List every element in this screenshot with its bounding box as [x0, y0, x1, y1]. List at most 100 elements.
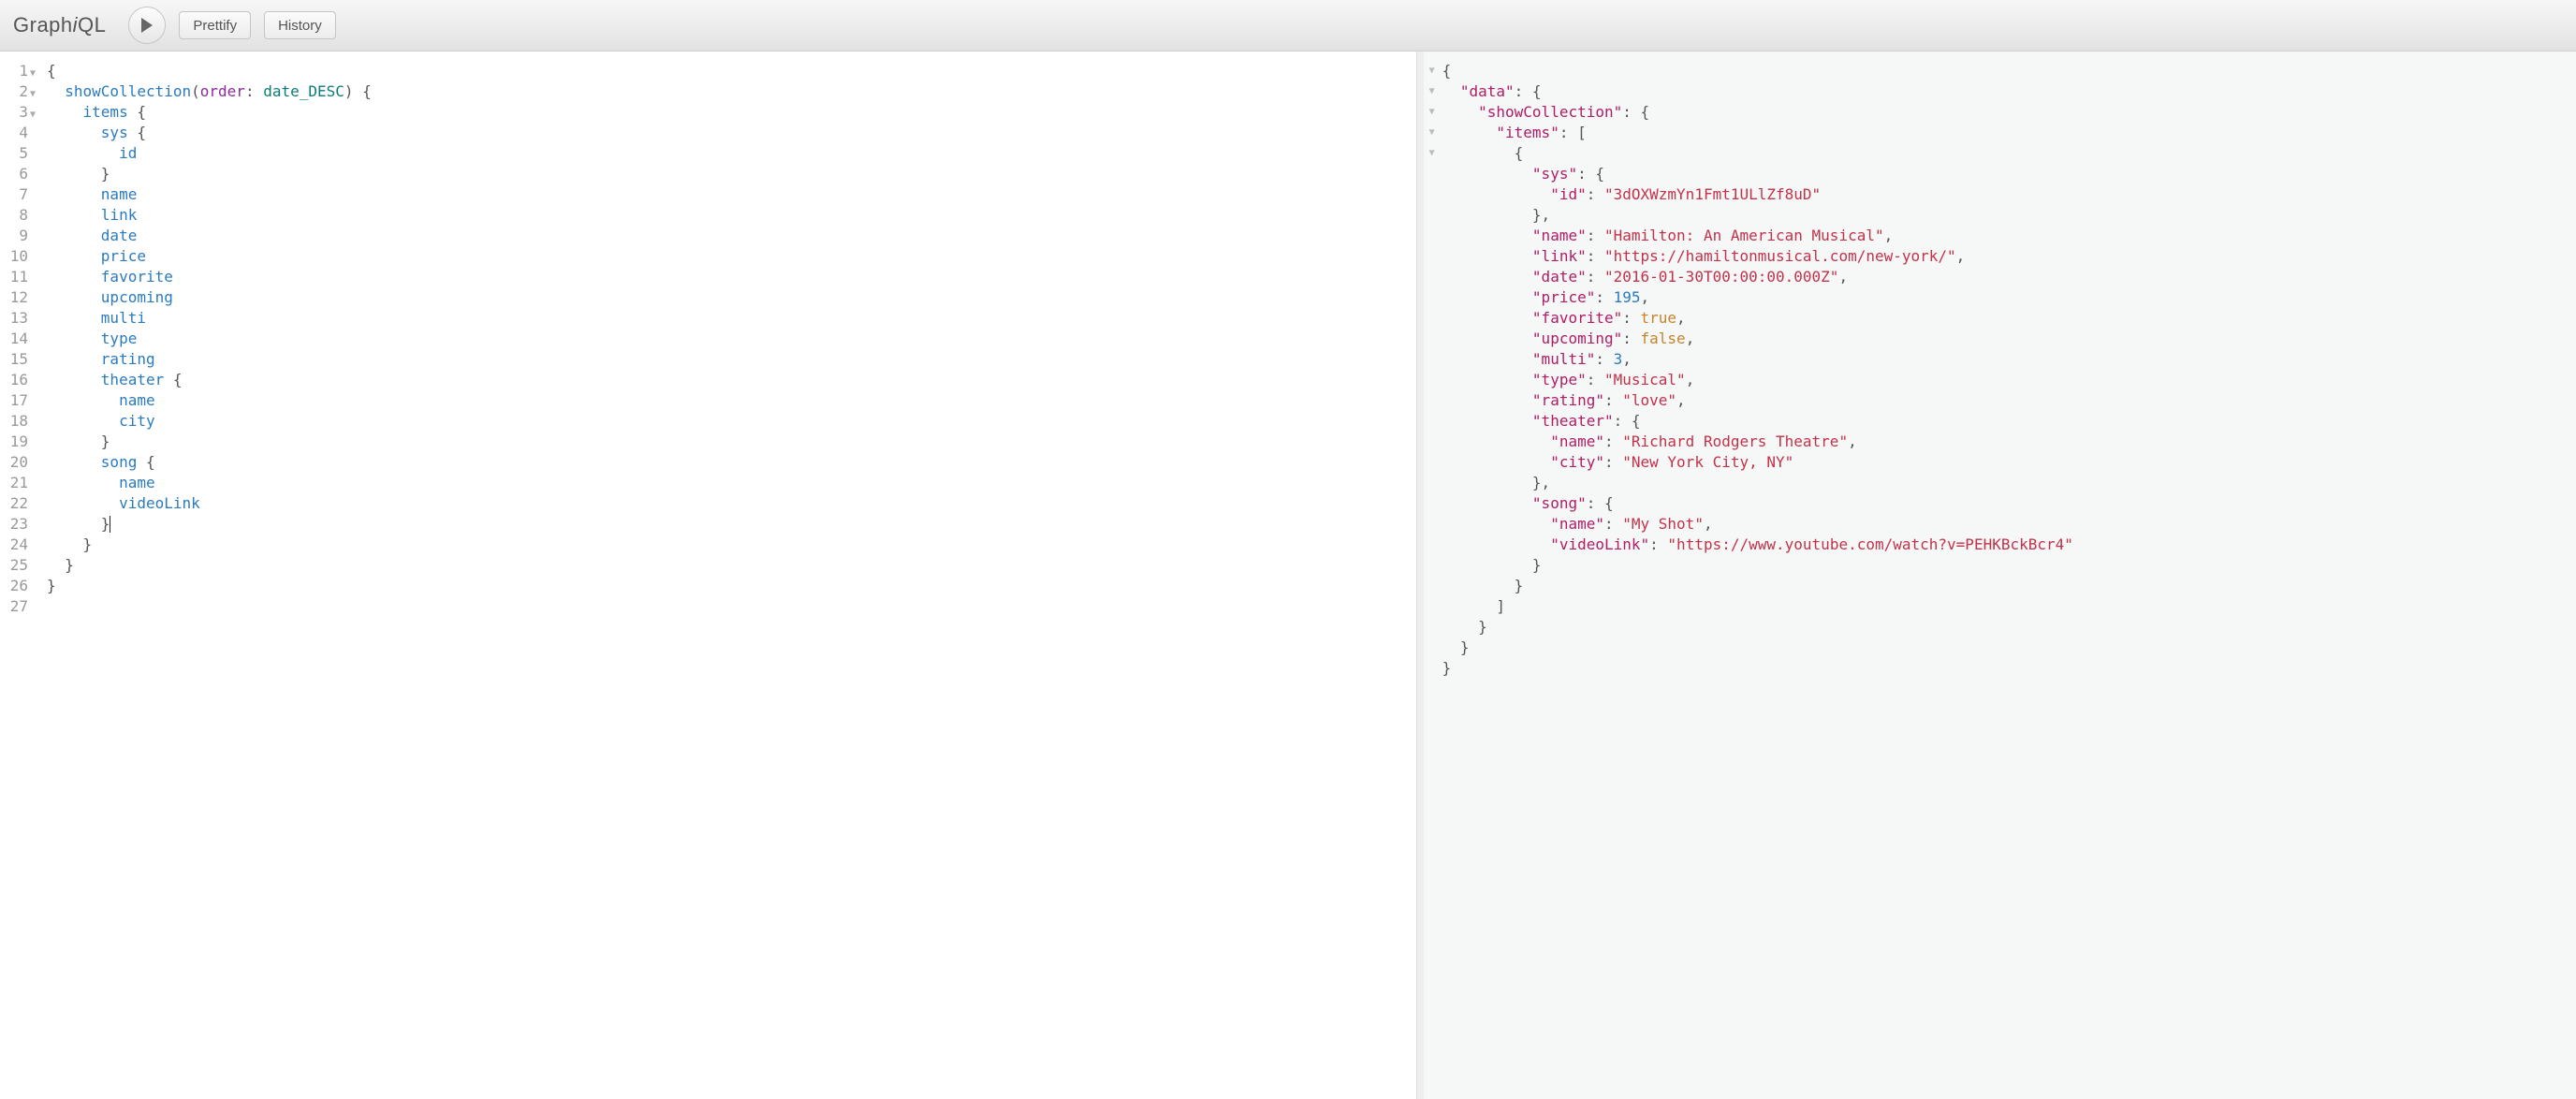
result-line: "name": "My Shot",: [1442, 514, 2567, 535]
result-fold-marker: ▼: [1424, 102, 1435, 123]
line-number: 1▼: [0, 61, 36, 81]
line-number: 5: [0, 143, 36, 164]
line-number: 14: [0, 329, 36, 349]
line-number: 24: [0, 535, 36, 555]
query-line[interactable]: }: [47, 576, 1407, 596]
query-line[interactable]: link: [47, 205, 1407, 226]
line-number: 27: [0, 596, 36, 617]
result-fold-marker: [1424, 473, 1435, 493]
result-line: "type": "Musical",: [1442, 370, 2567, 390]
query-line[interactable]: price: [47, 246, 1407, 267]
result-line: "id": "3dOXWzmYn1Fmt1ULlZf8uD": [1442, 184, 2567, 205]
result-fold-marker: [1424, 432, 1435, 452]
line-number: 10: [0, 246, 36, 267]
result-pane: ▼▼▼▼▼ { "data": { "showCollection": { "i…: [1417, 51, 2576, 1099]
query-line[interactable]: videoLink: [47, 493, 1407, 514]
result-fold-marker: [1424, 555, 1435, 576]
result-fold-marker: [1424, 267, 1435, 287]
line-number: 7: [0, 184, 36, 205]
result-fold-marker: [1424, 514, 1435, 535]
result-fold-marker: [1424, 637, 1435, 658]
query-line[interactable]: name: [47, 390, 1407, 411]
result-fold-gutter: ▼▼▼▼▼: [1424, 51, 1437, 1099]
result-line: "date": "2016-01-30T00:00:00.000Z",: [1442, 267, 2567, 287]
query-line[interactable]: }: [47, 432, 1407, 452]
result-fold-marker: [1424, 576, 1435, 596]
query-line[interactable]: }: [47, 555, 1407, 576]
result-line: },: [1442, 473, 2567, 493]
line-number: 26: [0, 576, 36, 596]
result-line: "price": 195,: [1442, 287, 2567, 308]
result-line: "videoLink": "https://www.youtube.com/wa…: [1442, 535, 2567, 555]
result-fold-marker: [1424, 349, 1435, 370]
query-line[interactable]: upcoming: [47, 287, 1407, 308]
query-line[interactable]: }: [47, 514, 1407, 535]
query-line[interactable]: multi: [47, 308, 1407, 329]
line-number: 21: [0, 473, 36, 493]
result-line: "sys": {: [1442, 164, 2567, 184]
query-line[interactable]: theater {: [47, 370, 1407, 390]
line-number: 9: [0, 226, 36, 246]
result-line: }: [1442, 637, 2567, 658]
query-editor[interactable]: { showCollection(order: date_DESC) { ite…: [41, 51, 1416, 1099]
result-fold-marker: [1424, 493, 1435, 514]
result-line: "favorite": true,: [1442, 308, 2567, 329]
query-line[interactable]: {: [47, 61, 1407, 81]
result-line: "items": [: [1442, 123, 2567, 143]
result-line: "link": "https://hamiltonmusical.com/new…: [1442, 246, 2567, 267]
prettify-button[interactable]: Prettify: [179, 11, 251, 39]
line-number: 13: [0, 308, 36, 329]
result-fold-marker: [1424, 658, 1435, 679]
line-number: 23: [0, 514, 36, 535]
query-line[interactable]: showCollection(order: date_DESC) {: [47, 81, 1407, 102]
line-number: 16: [0, 370, 36, 390]
query-line-gutter: 1▼2▼3▼4567891011121314151617181920212223…: [0, 51, 41, 1099]
result-fold-marker: ▼: [1424, 61, 1435, 81]
line-number: 19: [0, 432, 36, 452]
query-line[interactable]: type: [47, 329, 1407, 349]
query-line[interactable]: }: [47, 535, 1407, 555]
query-line[interactable]: song {: [47, 452, 1407, 473]
query-line[interactable]: items {: [47, 102, 1407, 123]
result-line: "data": {: [1442, 81, 2567, 102]
result-line: }: [1442, 576, 2567, 596]
execute-button[interactable]: [128, 7, 166, 44]
result-line: }: [1442, 658, 2567, 679]
result-line: {: [1442, 61, 2567, 81]
result-line: "name": "Hamilton: An American Musical",: [1442, 226, 2567, 246]
line-number: 6: [0, 164, 36, 184]
line-number: 15: [0, 349, 36, 370]
query-line[interactable]: id: [47, 143, 1407, 164]
result-line: }: [1442, 555, 2567, 576]
query-line[interactable]: rating: [47, 349, 1407, 370]
result-fold-marker: ▼: [1424, 81, 1435, 102]
result-viewer: { "data": { "showCollection": { "items":…: [1437, 51, 2576, 1099]
result-fold-marker: ▼: [1424, 143, 1435, 164]
line-number: 8: [0, 205, 36, 226]
result-line: {: [1442, 143, 2567, 164]
result-line: "song": {: [1442, 493, 2567, 514]
query-line[interactable]: name: [47, 473, 1407, 493]
result-line: }: [1442, 617, 2567, 637]
query-line[interactable]: name: [47, 184, 1407, 205]
result-fold-marker: [1424, 390, 1435, 411]
result-line: "showCollection": {: [1442, 102, 2567, 123]
query-line[interactable]: }: [47, 164, 1407, 184]
result-line: "multi": 3,: [1442, 349, 2567, 370]
result-fold-marker: [1424, 329, 1435, 349]
query-line[interactable]: favorite: [47, 267, 1407, 287]
line-number: 4: [0, 123, 36, 143]
result-fold-marker: [1424, 226, 1435, 246]
line-number: 22: [0, 493, 36, 514]
line-number: 18: [0, 411, 36, 432]
history-button[interactable]: History: [264, 11, 336, 39]
result-line: ]: [1442, 596, 2567, 617]
query-line[interactable]: sys {: [47, 123, 1407, 143]
result-line: "name": "Richard Rodgers Theatre",: [1442, 432, 2567, 452]
line-number: 25: [0, 555, 36, 576]
query-line[interactable]: city: [47, 411, 1407, 432]
line-number: 3▼: [0, 102, 36, 123]
result-fold-marker: [1424, 184, 1435, 205]
query-line[interactable]: date: [47, 226, 1407, 246]
result-fold-marker: [1424, 411, 1435, 432]
